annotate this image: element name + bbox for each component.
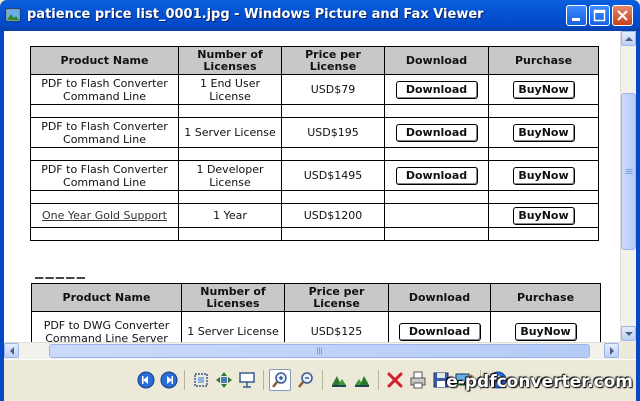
maximize-icon	[593, 9, 606, 22]
scroll-right-button[interactable]	[604, 343, 619, 358]
previous-image-icon[interactable]	[136, 370, 156, 390]
window-frame-right	[636, 31, 640, 401]
buy-now-button[interactable]: BuyNow	[512, 123, 575, 142]
slideshow-icon[interactable]	[237, 370, 257, 390]
table-row: PDF to DWG Converter Command Line Server…	[31, 311, 601, 342]
license-count: 1 Server License	[181, 311, 285, 342]
scroll-up-button[interactable]	[621, 31, 636, 46]
header-purchase: Purchase	[490, 283, 601, 312]
table-row: PDF to Flash Converter Command Line 1 Se…	[30, 117, 599, 148]
cropped-section-heading: ▬▬▬▬▬	[34, 273, 86, 279]
horizontal-scroll-thumb[interactable]	[49, 344, 590, 358]
product-name-link[interactable]: One Year Gold Support	[42, 209, 167, 222]
header-licenses: Number of Licenses	[178, 46, 282, 75]
price-table-2: Product Name Number of Licenses Price pe…	[31, 283, 601, 342]
table-row: One Year Gold Support 1 Year USD$1200 Bu…	[30, 203, 599, 228]
buy-now-button[interactable]: BuyNow	[512, 166, 575, 185]
price: USD$1495	[281, 160, 385, 191]
download-button[interactable]: Download	[398, 322, 481, 341]
zoom-in-button[interactable]	[269, 369, 291, 391]
buy-now-button[interactable]: BuyNow	[514, 322, 577, 341]
grip-icon	[316, 347, 322, 355]
scroll-left-button[interactable]	[4, 343, 19, 358]
header-price: Price per License	[284, 283, 389, 312]
header-download: Download	[388, 283, 491, 312]
toolbar-separator	[263, 370, 264, 390]
app-icon	[5, 8, 21, 22]
header-product: Product Name	[31, 283, 182, 312]
scroll-down-button[interactable]	[621, 326, 636, 341]
header-product: Product Name	[30, 46, 179, 75]
spacer-row	[30, 227, 599, 241]
price: USD$125	[284, 311, 389, 342]
title-bar[interactable]: patience price list_0001.jpg - Windows P…	[0, 0, 640, 31]
download-button[interactable]: Download	[395, 123, 478, 142]
spacer-row	[30, 147, 599, 161]
price-table-1: Product Name Number of Licenses Price pe…	[30, 46, 599, 241]
window-title: patience price list_0001.jpg - Windows P…	[27, 7, 484, 22]
price: USD$1200	[281, 203, 385, 228]
arrow-left-icon	[10, 347, 14, 355]
table-header-row: Product Name Number of Licenses Price pe…	[30, 46, 599, 75]
toolbar-separator	[322, 370, 323, 390]
header-price: Price per License	[281, 46, 385, 75]
license-count: 1 Server License	[178, 117, 282, 148]
scrollbar-corner	[620, 342, 636, 359]
license-count: 1 Developer License	[178, 160, 282, 191]
license-count: 1 Year	[178, 203, 282, 228]
horizontal-scrollbar[interactable]	[4, 342, 620, 359]
vertical-scroll-thumb[interactable]	[621, 93, 636, 250]
download-button[interactable]: Download	[395, 80, 478, 99]
close-icon	[617, 10, 628, 21]
minimize-button[interactable]	[566, 5, 587, 26]
download-button[interactable]: Download	[395, 166, 478, 185]
product-name: PDF to Flash Converter Command Line	[30, 74, 179, 105]
arrow-up-icon	[625, 37, 633, 41]
actual-size-icon[interactable]	[214, 370, 234, 390]
arrow-right-icon	[610, 347, 614, 355]
vertical-scrollbar[interactable]	[620, 31, 636, 342]
empty-download-cell	[384, 203, 489, 228]
table-header-row: Product Name Number of Licenses Price pe…	[31, 283, 601, 312]
maximize-button[interactable]	[589, 5, 610, 26]
zoom-out-icon[interactable]	[296, 370, 316, 390]
next-image-icon[interactable]	[159, 370, 179, 390]
product-name: PDF to Flash Converter Command Line	[30, 117, 179, 148]
delete-icon[interactable]	[385, 370, 405, 390]
close-button[interactable]	[612, 5, 633, 26]
product-name: PDF to Flash Converter Command Line	[30, 160, 179, 191]
buy-now-button[interactable]: BuyNow	[512, 206, 575, 225]
license-count: 1 End User License	[178, 74, 282, 105]
image-viewport[interactable]: Product Name Number of Licenses Price pe…	[4, 31, 620, 342]
spacer-row	[30, 190, 599, 204]
best-fit-icon[interactable]	[191, 370, 211, 390]
toolbar-separator	[184, 370, 185, 390]
header-purchase: Purchase	[488, 46, 599, 75]
watermark-text: e-pdfconverter.com	[446, 372, 633, 392]
price: USD$195	[281, 117, 385, 148]
zoom-in-icon	[272, 372, 287, 388]
print-icon[interactable]	[408, 370, 428, 390]
price: USD$79	[281, 74, 385, 105]
toolbar-separator	[378, 370, 379, 390]
product-name: PDF to DWG Converter Command Line Server	[31, 311, 182, 342]
minimize-icon	[572, 18, 580, 21]
table-row: PDF to Flash Converter Command Line 1 De…	[30, 160, 599, 191]
buy-now-button[interactable]: BuyNow	[512, 80, 575, 99]
arrow-down-icon	[625, 332, 633, 336]
header-licenses: Number of Licenses	[181, 283, 285, 312]
table-row: PDF to Flash Converter Command Line 1 En…	[30, 74, 599, 105]
rotate-clockwise-icon[interactable]	[329, 370, 349, 390]
grip-icon	[625, 168, 632, 174]
spacer-row	[30, 104, 599, 118]
rotate-counterclockwise-icon[interactable]	[352, 370, 372, 390]
header-download: Download	[384, 46, 489, 75]
